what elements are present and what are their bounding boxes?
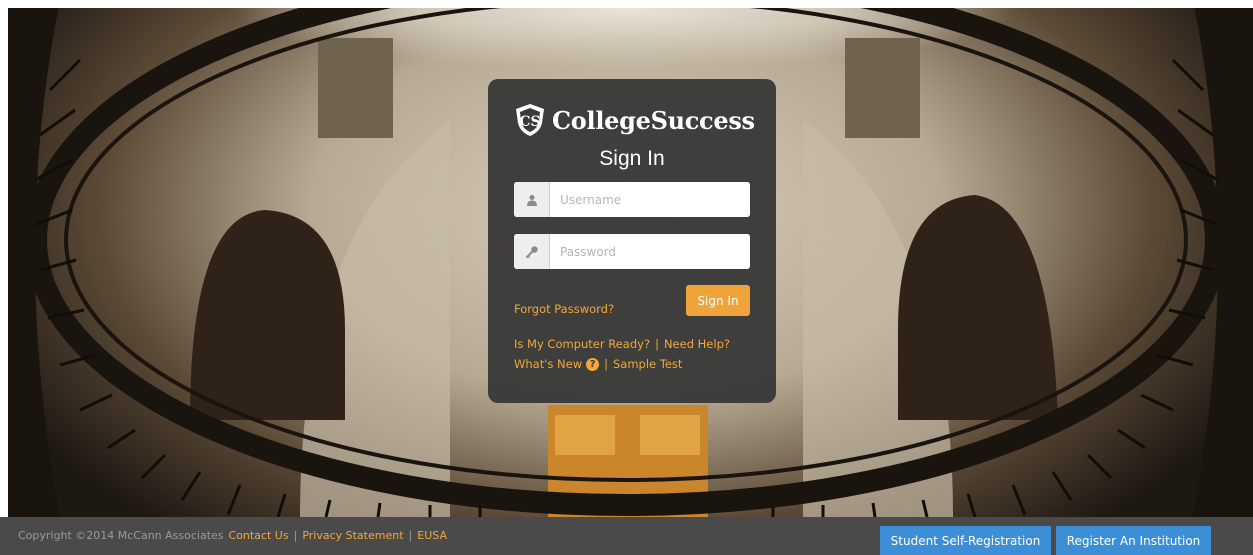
forgot-password-link[interactable]: Forgot Password? <box>514 302 614 316</box>
link-separator: | <box>655 337 659 351</box>
question-circle-icon[interactable]: ? <box>586 357 600 371</box>
cs-shield-icon: CS <box>516 104 544 136</box>
footer-bar: Copyright ©2014 McCann Associates Contac… <box>0 517 1253 555</box>
link-separator: | <box>604 357 608 371</box>
footer-separator: | <box>408 529 413 542</box>
whats-new-link[interactable]: What's New <box>514 357 582 371</box>
computer-ready-link[interactable]: Is My Computer Ready? <box>514 337 650 351</box>
footer-separator: | <box>293 529 298 542</box>
copyright-text: Copyright ©2014 McCann Associates <box>18 529 224 542</box>
login-panel: CS CollegeSuccess Sign In Forgot Passwor… <box>488 79 776 403</box>
password-input[interactable] <box>550 234 750 269</box>
footer-links: Copyright ©2014 McCann Associates Contac… <box>18 529 447 542</box>
contact-us-link[interactable]: Contact Us <box>229 529 289 542</box>
student-self-registration-button[interactable]: Student Self-Registration <box>880 526 1051 555</box>
register-institution-button[interactable]: Register An Institution <box>1056 526 1211 555</box>
username-field <box>514 182 750 217</box>
brand-logo: CS CollegeSuccess <box>514 102 755 138</box>
user-icon <box>514 182 550 217</box>
svg-text:CS: CS <box>519 114 540 130</box>
key-icon <box>514 234 550 269</box>
sample-test-link[interactable]: Sample Test <box>613 357 682 371</box>
left-border <box>0 0 8 517</box>
sign-in-button[interactable]: Sign In <box>686 285 750 316</box>
privacy-statement-link[interactable]: Privacy Statement <box>302 529 403 542</box>
username-input[interactable] <box>550 182 750 217</box>
need-help-link[interactable]: Need Help? <box>664 337 730 351</box>
help-links-row: Is My Computer Ready? | Need Help? <box>514 337 730 351</box>
top-border <box>0 0 1253 8</box>
password-field <box>514 234 750 269</box>
eusa-link[interactable]: EUSA <box>417 529 447 542</box>
signin-heading: Sign In <box>599 147 665 170</box>
brand-name: CollegeSuccess <box>552 105 755 135</box>
info-links-row: What's New ? | Sample Test <box>514 357 682 371</box>
